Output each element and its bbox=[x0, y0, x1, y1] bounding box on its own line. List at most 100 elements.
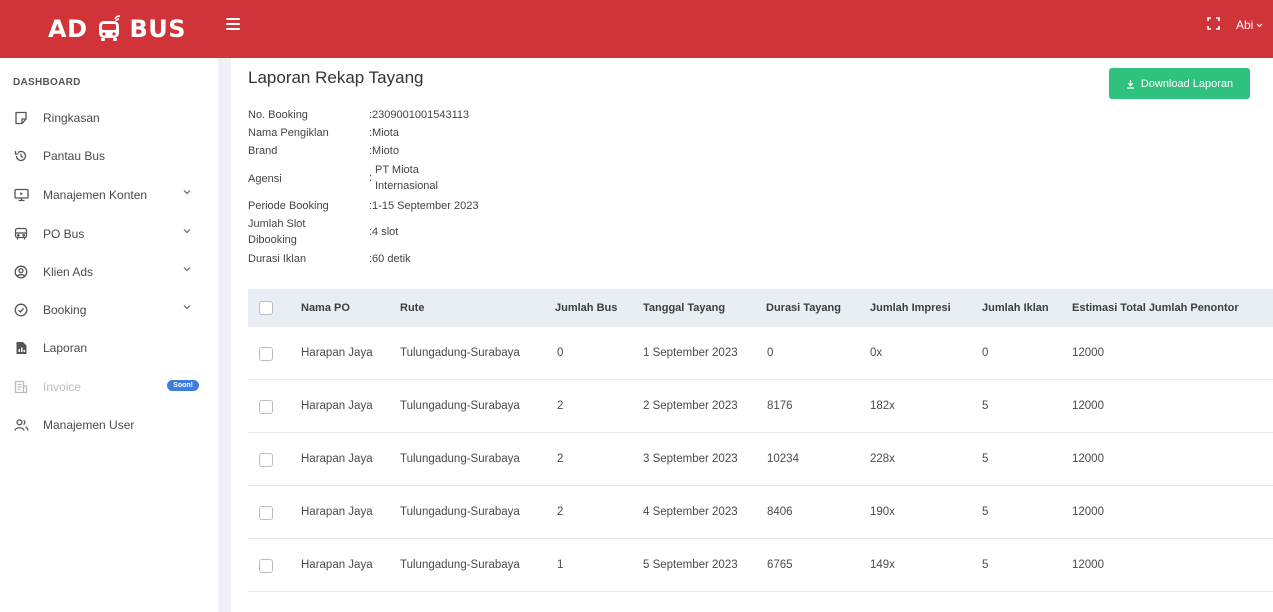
info-value-agensi-line2: Internasional bbox=[375, 180, 438, 192]
cell-estimasi-penonton: 12000 bbox=[1072, 506, 1104, 518]
info-value-agensi-line1: PT Miota bbox=[375, 164, 419, 176]
sidebar-item-label: Manajemen Konten bbox=[43, 188, 148, 202]
user-name: Abi bbox=[1236, 18, 1254, 32]
row-checkbox[interactable] bbox=[259, 453, 273, 467]
sidebar-item-label: Ringkasan bbox=[43, 111, 100, 125]
cell-rute: Tulungadung-Surabaya bbox=[400, 400, 520, 412]
sidebar-item-pantau-bus[interactable]: Pantau Bus bbox=[13, 144, 205, 168]
download-report-button[interactable]: Download Laporan bbox=[1109, 68, 1250, 99]
info-label-brand: Brand bbox=[248, 145, 278, 157]
sidebar-item-label: Klien Ads bbox=[43, 265, 94, 279]
sidebar-item-label: Laporan bbox=[43, 341, 88, 355]
row-checkbox[interactable] bbox=[259, 400, 273, 414]
sidebar-item-klien-ads[interactable]: Klien Ads bbox=[13, 260, 205, 284]
cell-durasi-tayang: 6765 bbox=[767, 559, 793, 571]
report-icon bbox=[13, 340, 29, 356]
table-row: Harapan Jaya Tulungadung-Surabaya 0 1 Se… bbox=[248, 327, 1273, 380]
cell-durasi-tayang: 8406 bbox=[767, 506, 793, 518]
sidebar-item-invoice: Invoice Soon! bbox=[13, 375, 205, 399]
info-label-periode-booking: Periode Booking bbox=[248, 200, 329, 212]
sidebar-item-ringkasan[interactable]: Ringkasan bbox=[13, 106, 205, 130]
cell-nama-po: Harapan Jaya bbox=[301, 559, 373, 571]
cell-rute: Tulungadung-Surabaya bbox=[400, 347, 520, 359]
cell-jumlah-impresi: 182x bbox=[870, 400, 895, 412]
sidebar-item-manajemen-konten[interactable]: Manajemen Konten bbox=[13, 183, 205, 207]
info-label-jumlah-slot-line1: Jumlah Slot bbox=[248, 218, 306, 230]
column-header-rute[interactable]: Rute bbox=[400, 302, 424, 314]
cell-tanggal-tayang: 2 September 2023 bbox=[643, 400, 738, 412]
menu-toggle-icon[interactable] bbox=[226, 17, 240, 31]
cell-estimasi-penonton: 12000 bbox=[1072, 453, 1104, 465]
cell-tanggal-tayang: 1 September 2023 bbox=[643, 347, 738, 359]
info-label-jumlah-slot-line2: Dibooking bbox=[248, 234, 297, 246]
chevron-down-icon bbox=[183, 267, 191, 272]
cell-jumlah-impresi: 190x bbox=[870, 506, 895, 518]
sidebar-item-label: Manajemen User bbox=[43, 418, 135, 432]
row-checkbox[interactable] bbox=[259, 506, 273, 520]
cell-jumlah-bus: 1 bbox=[557, 559, 564, 571]
sidebar-item-manajemen-user[interactable]: Manajemen User bbox=[13, 413, 205, 437]
cell-rute: Tulungadung-Surabaya bbox=[400, 453, 520, 465]
info-label-agensi: Agensi bbox=[248, 173, 282, 185]
table-row: Harapan Jaya Tulungadung-Surabaya 1 5 Se… bbox=[248, 539, 1273, 592]
sidebar-item-laporan[interactable]: Laporan bbox=[13, 336, 205, 360]
info-value-no-booking: :2309001001543113 bbox=[369, 109, 470, 121]
sidebar-item-label: Pantau Bus bbox=[43, 149, 106, 163]
bus-logo-icon bbox=[96, 15, 126, 43]
column-header-durasi-tayang[interactable]: Durasi Tayang bbox=[766, 302, 841, 314]
cell-durasi-tayang: 0 bbox=[767, 347, 774, 359]
cell-jumlah-impresi: 0x bbox=[870, 347, 883, 359]
info-value-brand: :Mioto bbox=[369, 145, 399, 157]
cell-nama-po: Harapan Jaya bbox=[301, 400, 373, 412]
soon-badge: Soon! bbox=[167, 380, 199, 391]
cell-nama-po: Harapan Jaya bbox=[301, 506, 373, 518]
cell-tanggal-tayang: 5 September 2023 bbox=[643, 559, 738, 571]
select-all-checkbox[interactable] bbox=[259, 301, 273, 315]
cell-jumlah-iklan: 5 bbox=[982, 506, 989, 518]
cell-estimasi-penonton: 12000 bbox=[1072, 400, 1104, 412]
info-label-no-booking: No. Booking bbox=[248, 109, 308, 121]
column-header-jumlah-iklan[interactable]: Jumlah Iklan bbox=[982, 302, 1049, 314]
column-header-nama-po[interactable]: Nama PO bbox=[301, 302, 350, 314]
logo-text-bus: BUS bbox=[129, 15, 187, 43]
sidebar-gutter bbox=[218, 58, 231, 612]
chevron-down-icon bbox=[183, 229, 191, 234]
info-value-agensi-colon: : bbox=[369, 172, 373, 184]
sidebar-item-label: PO Bus bbox=[43, 227, 85, 241]
cell-tanggal-tayang: 4 September 2023 bbox=[643, 506, 738, 518]
cell-jumlah-impresi: 228x bbox=[870, 453, 895, 465]
row-checkbox[interactable] bbox=[259, 347, 273, 361]
cell-tanggal-tayang: 3 September 2023 bbox=[643, 453, 738, 465]
cell-jumlah-iklan: 5 bbox=[982, 400, 989, 412]
column-header-jumlah-impresi[interactable]: Jumlah Impresi bbox=[870, 302, 951, 314]
cell-jumlah-bus: 0 bbox=[557, 347, 564, 359]
user-circle-icon bbox=[13, 264, 29, 280]
sidebar: DASHBOARD Ringkasan Pantau Bus Manajemen… bbox=[0, 58, 218, 612]
history-icon bbox=[13, 148, 29, 164]
sidebar-item-booking[interactable]: Booking bbox=[13, 298, 205, 322]
sidebar-heading: DASHBOARD bbox=[13, 77, 81, 88]
column-header-estimasi-penonton[interactable]: Estimasi Total Jumlah Penontor bbox=[1072, 302, 1239, 314]
cell-jumlah-iklan: 5 bbox=[982, 453, 989, 465]
app-logo[interactable]: AD BUS bbox=[48, 12, 186, 46]
column-header-jumlah-bus[interactable]: Jumlah Bus bbox=[555, 302, 617, 314]
cell-nama-po: Harapan Jaya bbox=[301, 347, 373, 359]
cell-jumlah-bus: 2 bbox=[557, 400, 564, 412]
cell-estimasi-penonton: 12000 bbox=[1072, 347, 1104, 359]
page-title: Laporan Rekap Tayang bbox=[248, 68, 424, 87]
cell-jumlah-bus: 2 bbox=[557, 453, 564, 465]
sidebar-item-label: Invoice bbox=[43, 380, 82, 394]
cell-durasi-tayang: 8176 bbox=[767, 400, 793, 412]
fullscreen-icon[interactable] bbox=[1207, 17, 1220, 30]
cell-durasi-tayang: 10234 bbox=[767, 453, 799, 465]
chevron-down-icon bbox=[183, 305, 191, 310]
row-checkbox[interactable] bbox=[259, 559, 273, 573]
check-circle-icon bbox=[13, 302, 29, 318]
table-row: Harapan Jaya Tulungadung-Surabaya 2 4 Se… bbox=[248, 486, 1273, 539]
info-value-jumlah-slot: :4 slot bbox=[369, 226, 399, 238]
download-icon bbox=[1126, 79, 1134, 89]
column-header-tanggal-tayang[interactable]: Tanggal Tayang bbox=[643, 302, 725, 314]
user-menu[interactable]: Abi bbox=[1236, 18, 1263, 32]
sidebar-item-po-bus[interactable]: PO Bus bbox=[13, 222, 205, 246]
chevron-down-icon bbox=[1256, 23, 1263, 27]
